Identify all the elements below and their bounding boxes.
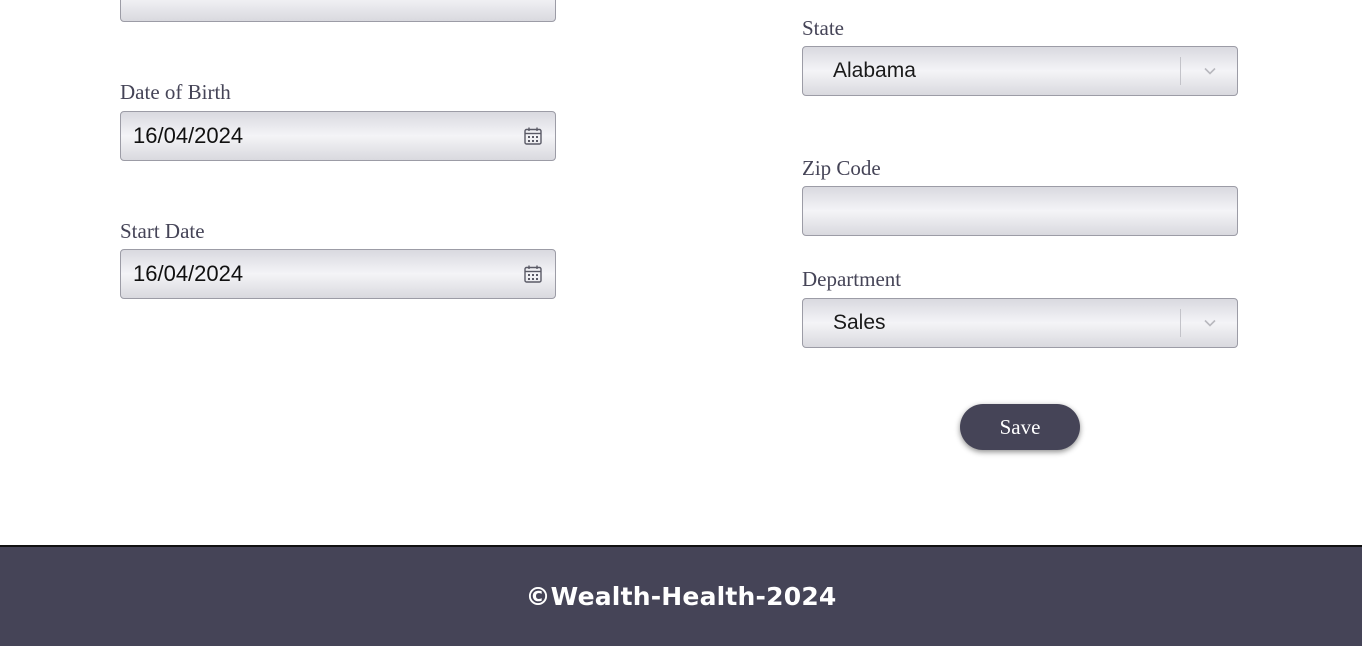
page: Date of Birth 16/04/2024 Start Date 16/0… bbox=[0, 0, 1362, 646]
street-input[interactable] bbox=[120, 0, 556, 22]
date-of-birth-input[interactable]: 16/04/2024 bbox=[120, 111, 556, 161]
footer: ©Wealth-Health-2024 bbox=[0, 545, 1362, 646]
department-select[interactable]: Sales bbox=[802, 298, 1238, 348]
chevron-down-icon[interactable] bbox=[1204, 67, 1216, 75]
start-date-value: 16/04/2024 bbox=[133, 261, 244, 286]
footer-copyright: ©Wealth-Health-2024 bbox=[525, 582, 837, 611]
department-value: Sales bbox=[833, 311, 886, 334]
date-of-birth-label: Date of Birth bbox=[120, 80, 231, 104]
date-of-birth-value: 16/04/2024 bbox=[133, 123, 244, 148]
state-label: State bbox=[802, 16, 844, 40]
select-separator bbox=[1180, 57, 1181, 85]
save-button[interactable]: Save bbox=[960, 404, 1080, 450]
start-date-label: Start Date bbox=[120, 219, 205, 243]
zip-code-label: Zip Code bbox=[802, 156, 881, 180]
select-separator bbox=[1180, 309, 1181, 337]
calendar-icon[interactable] bbox=[523, 126, 543, 146]
state-value: Alabama bbox=[833, 59, 916, 82]
zip-code-input[interactable] bbox=[802, 186, 1238, 236]
start-date-input[interactable]: 16/04/2024 bbox=[120, 249, 556, 299]
department-label: Department bbox=[802, 267, 902, 291]
chevron-down-icon[interactable] bbox=[1204, 319, 1216, 327]
state-select[interactable]: Alabama bbox=[802, 46, 1238, 96]
calendar-icon[interactable] bbox=[523, 264, 543, 284]
